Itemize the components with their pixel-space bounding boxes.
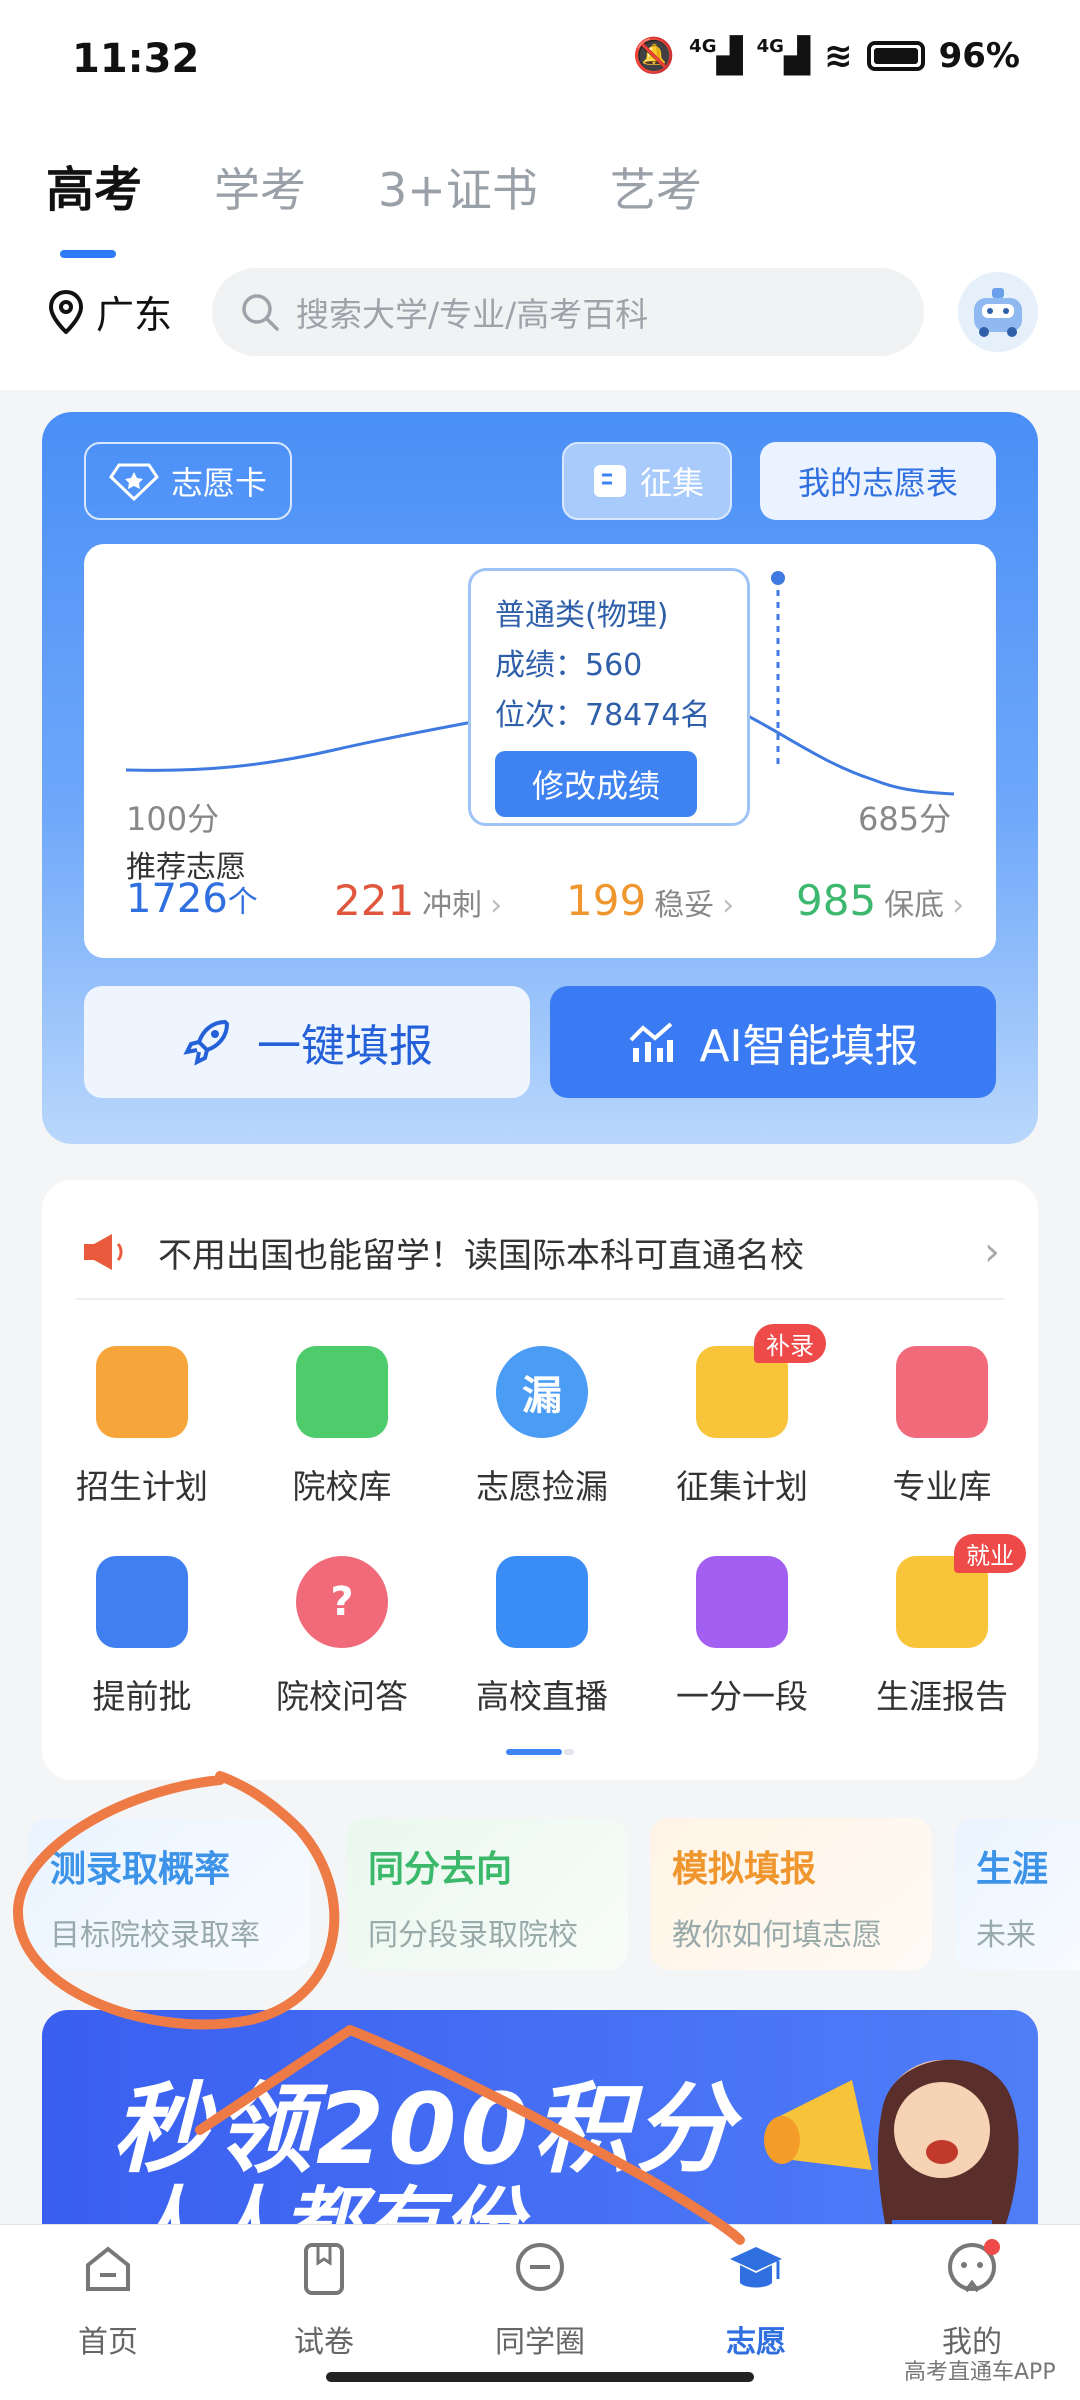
handdrawn-annotation (12, 1771, 745, 2245)
app-screen: 11:32 🔕 4G▟ 4G▟ ≋ 96% 高考 学考 3+证书 艺考 广东 搜… (0, 0, 1080, 2400)
